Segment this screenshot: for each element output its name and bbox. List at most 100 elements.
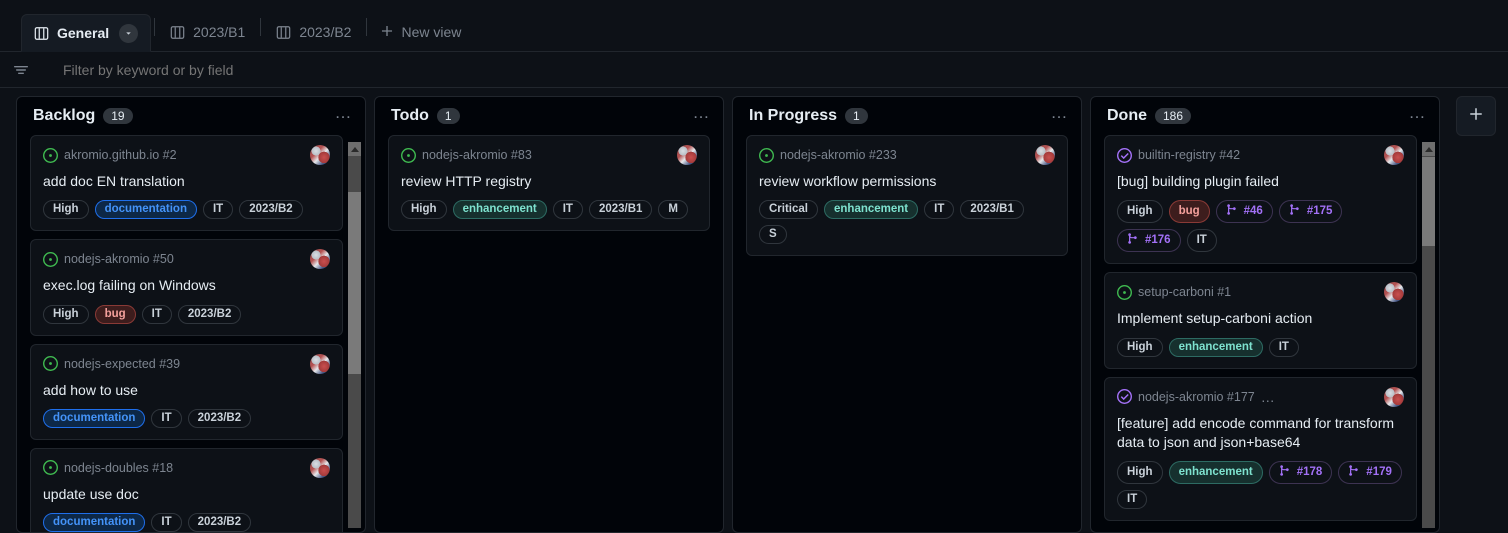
card-label-chip[interactable]: M bbox=[658, 200, 689, 220]
card-label-chip[interactable]: enhancement bbox=[824, 200, 919, 220]
board-card[interactable]: akromio.github.io #2 add doc EN translat… bbox=[30, 135, 343, 232]
card-label-chip[interactable]: 2023/B2 bbox=[239, 200, 303, 220]
card-label-chip[interactable]: #46 bbox=[1215, 200, 1273, 224]
column-scrollbar[interactable] bbox=[1422, 142, 1435, 528]
card-chip-list: Critical enhancement IT 2023/B1 S bbox=[759, 200, 1055, 245]
view-tab-2023-b1[interactable]: 2023/B1 bbox=[158, 13, 257, 51]
column-title: Done bbox=[1107, 107, 1147, 124]
column-header: Backlog 19 … bbox=[17, 97, 365, 135]
avatar bbox=[1384, 386, 1404, 407]
card-header: nodejs-expected #39 bbox=[43, 353, 330, 374]
board-card[interactable]: nodejs-doubles #18 update use doc docume… bbox=[30, 447, 343, 532]
card-issue-ref[interactable]: nodejs-expected #39 bbox=[64, 357, 180, 371]
filter-icon[interactable] bbox=[13, 62, 29, 78]
filter-input[interactable] bbox=[43, 61, 1508, 78]
view-tab-general[interactable]: General bbox=[21, 14, 152, 52]
card-issue-ref[interactable]: setup-carboni #1 bbox=[1138, 285, 1231, 299]
column-header: Todo 1 … bbox=[375, 97, 723, 135]
card-chip-list: High bug #46 #175 #176 IT bbox=[1117, 200, 1404, 253]
board-card[interactable]: nodejs-akromio #83 review HTTP registry … bbox=[388, 135, 710, 232]
scroll-up-arrow-icon[interactable] bbox=[348, 142, 361, 156]
card-label-chip[interactable]: 2023/B2 bbox=[187, 408, 252, 428]
card-label-chip[interactable]: IT bbox=[202, 200, 234, 220]
card-label-chip[interactable]: IT bbox=[1186, 229, 1217, 253]
card-label-chip[interactable]: 2023/B1 bbox=[960, 200, 1024, 220]
card-label-chip[interactable]: High bbox=[1117, 200, 1163, 224]
issue-open-icon bbox=[43, 147, 58, 163]
board-card[interactable]: setup-carboni #1 Implement setup-carboni… bbox=[1104, 272, 1417, 369]
card-label-chip[interactable]: 2023/B2 bbox=[177, 304, 242, 324]
board-card[interactable]: nodejs-akromio #177 … [feature] add enco… bbox=[1104, 376, 1417, 522]
card-issue-ref[interactable]: builtin-registry #42 bbox=[1138, 148, 1240, 162]
card-label-chip[interactable]: documentation bbox=[43, 408, 146, 428]
column-menu-button[interactable]: … bbox=[335, 104, 354, 124]
card-label-chip[interactable]: #176 bbox=[1117, 229, 1181, 253]
card-title: review workflow permissions bbox=[759, 173, 937, 189]
card-label-chip[interactable]: #175 bbox=[1278, 200, 1343, 224]
card-label-chip[interactable]: enhancement bbox=[1168, 461, 1263, 485]
scrollbar-thumb[interactable] bbox=[348, 192, 361, 374]
column-count-badge: 1 bbox=[436, 108, 460, 124]
column-count-badge: 1 bbox=[845, 108, 868, 124]
chevron-down-icon[interactable] bbox=[119, 23, 139, 43]
column-menu-button[interactable]: … bbox=[693, 104, 712, 124]
column-card-list: nodejs-akromio #83 review HTTP registry … bbox=[375, 135, 723, 532]
card-label-chip[interactable]: IT bbox=[1117, 490, 1148, 510]
card-label-chip[interactable]: 2023/B1 bbox=[588, 200, 653, 220]
card-label-chip[interactable]: High bbox=[43, 304, 89, 324]
board-card[interactable]: nodejs-akromio #50 exec.log failing on W… bbox=[30, 239, 343, 336]
issue-open-icon bbox=[759, 147, 774, 163]
card-label-chip[interactable]: bug bbox=[94, 304, 136, 324]
column-menu-button[interactable]: … bbox=[1409, 104, 1428, 124]
card-label-chip[interactable]: High bbox=[401, 200, 447, 220]
view-tab-2023-b2[interactable]: 2023/B2 bbox=[264, 13, 363, 51]
card-issue-ref[interactable]: nodejs-akromio #177 bbox=[1138, 390, 1255, 404]
card-menu-button[interactable]: … bbox=[1261, 390, 1276, 404]
card-label-chip[interactable]: enhancement bbox=[452, 200, 547, 220]
column-count-badge: 19 bbox=[103, 108, 133, 124]
git-branch-icon bbox=[1226, 203, 1239, 219]
card-issue-ref[interactable]: nodejs-akromio #50 bbox=[64, 252, 174, 266]
board-column-done: Done 186 … builtin-registry #42 [bug] bu… bbox=[1090, 96, 1440, 533]
view-tab-label: 2023/B1 bbox=[193, 24, 246, 40]
scrollbar-thumb[interactable] bbox=[1422, 157, 1435, 247]
column-scrollbar[interactable] bbox=[348, 142, 361, 528]
new-view-button[interactable]: New view bbox=[370, 13, 471, 51]
card-label-chip[interactable]: IT bbox=[924, 200, 955, 220]
card-label-chip[interactable]: High bbox=[43, 200, 89, 220]
view-tab-bar: General 2023/B1 2023/B2 New view bbox=[0, 0, 1508, 52]
card-label-chip[interactable]: IT bbox=[552, 200, 583, 220]
card-issue-ref[interactable]: nodejs-akromio #233 bbox=[780, 148, 897, 162]
card-label-chip[interactable]: High bbox=[1117, 337, 1163, 357]
board-column-todo: Todo 1 … nodejs-akromio #83 review HTTP … bbox=[374, 96, 724, 533]
board-card[interactable]: builtin-registry #42 [bug] building plug… bbox=[1104, 135, 1417, 265]
card-label-chip[interactable]: IT bbox=[151, 513, 182, 532]
board-card[interactable]: nodejs-expected #39 add how to use docum… bbox=[30, 343, 343, 440]
card-label-chip[interactable]: S bbox=[759, 225, 787, 245]
plus-icon bbox=[380, 24, 394, 41]
card-label-chip[interactable]: IT bbox=[141, 304, 172, 324]
git-branch-icon bbox=[1289, 203, 1302, 219]
card-label-chip[interactable]: #179 bbox=[1338, 461, 1402, 485]
card-label-chip[interactable]: enhancement bbox=[1168, 337, 1263, 357]
board-icon bbox=[276, 25, 291, 40]
card-label-chip[interactable]: High bbox=[1117, 461, 1163, 485]
card-label-chip[interactable]: documentation bbox=[94, 200, 197, 220]
card-header: nodejs-doubles #18 bbox=[43, 457, 330, 478]
card-issue-ref[interactable]: akromio.github.io #2 bbox=[64, 148, 177, 162]
card-label-chip[interactable]: bug bbox=[1168, 200, 1210, 224]
card-label-chip[interactable]: IT bbox=[1268, 337, 1299, 357]
card-issue-ref[interactable]: nodejs-akromio #83 bbox=[422, 148, 532, 162]
column-title: Todo bbox=[391, 107, 429, 124]
card-label-chip[interactable]: Critical bbox=[759, 200, 818, 220]
card-label-chip[interactable]: #178 bbox=[1268, 461, 1333, 485]
card-label-chip[interactable]: documentation bbox=[43, 513, 146, 532]
card-title: add doc EN translation bbox=[43, 173, 185, 189]
column-menu-button[interactable]: … bbox=[1051, 104, 1070, 124]
add-column-button[interactable] bbox=[1456, 96, 1496, 136]
board-card[interactable]: nodejs-akromio #233 review workflow perm… bbox=[746, 135, 1068, 257]
scroll-up-arrow-icon[interactable] bbox=[1422, 142, 1435, 156]
card-issue-ref[interactable]: nodejs-doubles #18 bbox=[64, 461, 173, 475]
card-label-chip[interactable]: IT bbox=[151, 408, 182, 428]
card-label-chip[interactable]: 2023/B2 bbox=[187, 513, 252, 532]
